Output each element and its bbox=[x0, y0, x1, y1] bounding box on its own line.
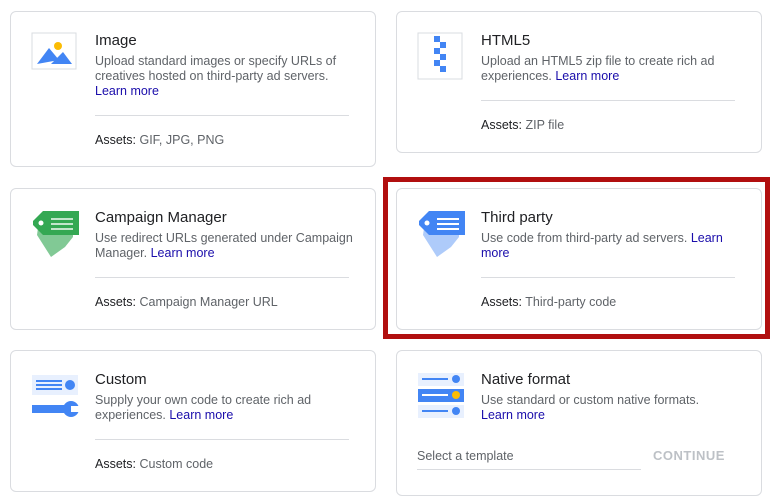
card-title: HTML5 bbox=[481, 32, 531, 49]
divider bbox=[481, 277, 735, 278]
native-format-icon bbox=[418, 373, 464, 418]
card-description: Use redirect URLs generated under Campai… bbox=[95, 231, 353, 260]
assets-line: Assets: Third-party code bbox=[481, 295, 617, 309]
learn-more-link[interactable]: Learn more bbox=[151, 246, 215, 260]
assets-line: Assets: ZIP file bbox=[481, 118, 565, 132]
card-title: Third party bbox=[481, 209, 553, 226]
custom-code-icon bbox=[32, 375, 81, 417]
third-party-card[interactable]: Third party Use code from third-party ad… bbox=[396, 188, 762, 330]
card-title: Native format bbox=[481, 371, 571, 388]
divider bbox=[95, 115, 349, 116]
card-description: Upload standard images or specify URLs o… bbox=[95, 54, 337, 98]
learn-more-link[interactable]: Learn more bbox=[95, 84, 159, 98]
card-description: Upload an HTML5 zip file to create rich … bbox=[481, 54, 715, 83]
green-tag-icon bbox=[33, 211, 79, 257]
divider bbox=[481, 100, 735, 101]
native-format-card[interactable]: Native format Use standard or custom nat… bbox=[396, 350, 762, 496]
divider bbox=[95, 277, 349, 278]
template-select-input[interactable] bbox=[417, 443, 641, 470]
html5-card[interactable]: HTML5 Upload an HTML5 zip file to create… bbox=[396, 11, 762, 153]
custom-card[interactable]: Custom Supply your own code to create ri… bbox=[10, 350, 376, 492]
learn-more-link[interactable]: Learn more bbox=[169, 408, 233, 422]
assets-line: Assets: GIF, JPG, PNG bbox=[95, 133, 225, 147]
card-title: Custom bbox=[95, 371, 147, 388]
card-description: Use standard or custom native formats. L… bbox=[481, 393, 700, 422]
divider bbox=[95, 439, 349, 440]
card-title: Campaign Manager bbox=[95, 209, 227, 226]
blue-tag-icon bbox=[419, 211, 465, 257]
learn-more-link[interactable]: Learn more bbox=[555, 69, 619, 83]
continue-button[interactable]: CONTINUE bbox=[653, 448, 725, 463]
zip-file-icon bbox=[417, 32, 463, 80]
image-icon bbox=[31, 32, 77, 70]
image-card[interactable]: Image Upload standard images or specify … bbox=[10, 11, 376, 167]
assets-line: Assets: Custom code bbox=[95, 457, 214, 471]
assets-line: Assets: Campaign Manager URL bbox=[95, 295, 278, 309]
campaign-manager-card[interactable]: Campaign Manager Use redirect URLs gener… bbox=[10, 188, 376, 330]
card-description: Use code from third-party ad servers. Le… bbox=[481, 231, 723, 260]
card-description: Supply your own code to create rich ad e… bbox=[95, 393, 312, 422]
card-title: Image bbox=[95, 32, 137, 49]
learn-more-link[interactable]: Learn more bbox=[481, 408, 545, 422]
